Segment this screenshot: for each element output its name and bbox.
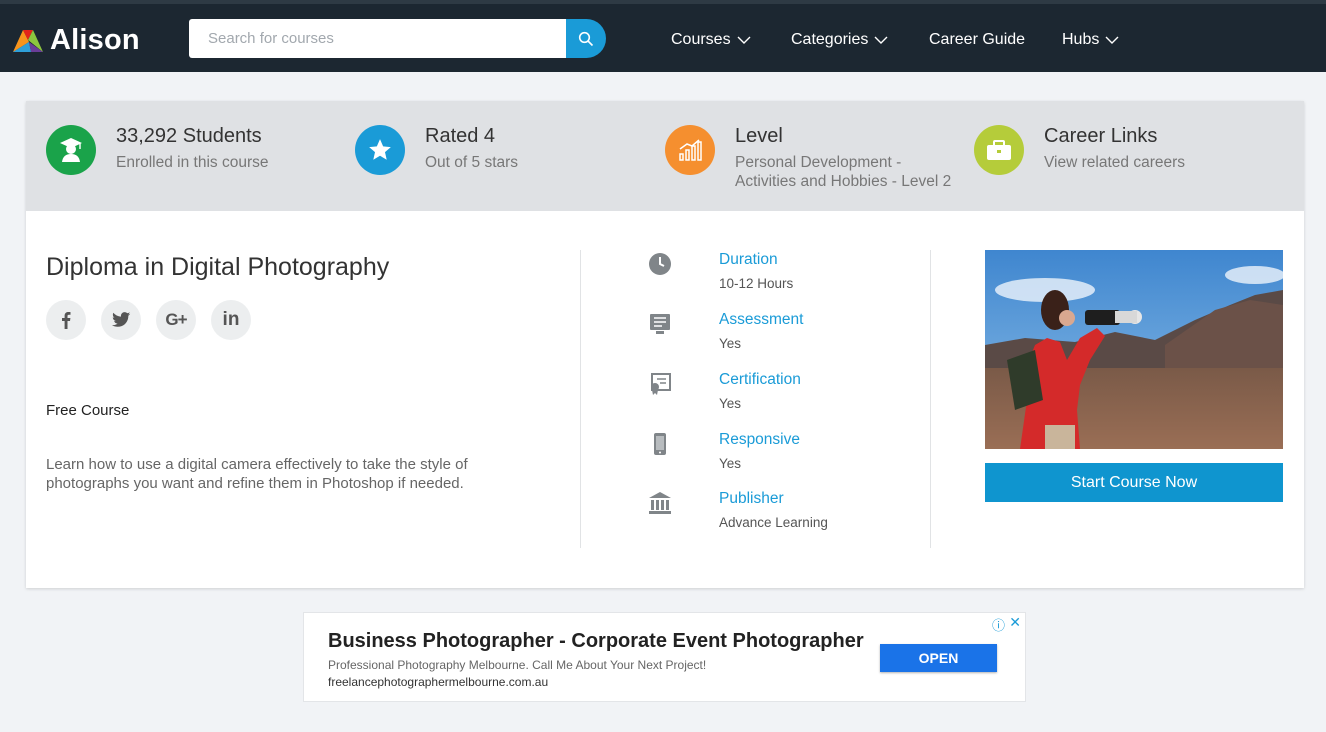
- google-plus-share-button[interactable]: G+: [156, 300, 196, 340]
- stat-career-links[interactable]: Career Links View related careers: [974, 125, 1274, 175]
- meta-label[interactable]: Assessment: [719, 310, 919, 330]
- stat-title: Rated 4: [425, 125, 496, 147]
- search-icon: [578, 31, 594, 46]
- ad-description: Professional Photography Melbourne. Call…: [328, 658, 707, 672]
- course-image: [985, 250, 1283, 449]
- linkedin-share-button[interactable]: in: [211, 300, 251, 340]
- nav-label: Courses: [671, 31, 731, 48]
- institution-icon: [649, 492, 671, 514]
- stat-title: 33,292 Students: [116, 125, 262, 147]
- certificate-icon: [651, 373, 671, 395]
- nav-label: Categories: [791, 31, 869, 48]
- meta-responsive: Responsive Yes: [646, 430, 800, 471]
- stat-students: 33,292 Students Enrolled in this course: [46, 125, 346, 175]
- linkedin-icon: in: [222, 309, 240, 330]
- briefcase-icon: [987, 140, 1011, 160]
- clock-icon: [649, 253, 671, 275]
- course-title: Diploma in Digital Photography: [46, 253, 390, 281]
- column-divider: [930, 250, 931, 548]
- stat-title: Career Links: [1044, 125, 1158, 147]
- mobile-icon: [654, 433, 666, 455]
- ad-open-button[interactable]: OPEN: [880, 644, 997, 672]
- alison-logo[interactable]: Alison: [11, 24, 140, 56]
- top-navbar: Alison Courses Categories Career Guide H…: [0, 0, 1326, 72]
- stat-subtitle: View related careers: [1044, 154, 1186, 171]
- meta-label[interactable]: Responsive: [719, 430, 919, 450]
- meta-value: Yes: [719, 336, 742, 351]
- chevron-down-icon: [737, 36, 751, 44]
- search-button[interactable]: [566, 19, 606, 58]
- course-stats-bar: 33,292 Students Enrolled in this course …: [26, 101, 1304, 211]
- ad-title[interactable]: Business Photographer - Corporate Event …: [328, 630, 864, 653]
- meta-value: Advance Learning: [719, 515, 828, 530]
- course-description: Learn how to use a digital camera effect…: [46, 456, 468, 492]
- meta-publisher: Publisher Advance Learning: [646, 489, 828, 530]
- stat-icon-circle: [665, 125, 715, 175]
- stat-icon-circle: [355, 125, 405, 175]
- search-input[interactable]: [189, 19, 567, 58]
- meta-value: Yes: [719, 456, 742, 471]
- assessment-icon: [650, 314, 670, 334]
- nav-label: Hubs: [1062, 31, 1100, 48]
- twitter-share-button[interactable]: [101, 300, 141, 340]
- column-divider: [580, 250, 581, 548]
- advertisement: ⓘ ✕ Business Photographer - Corporate Ev…: [303, 612, 1026, 702]
- nav-hubs[interactable]: Hubs: [1062, 28, 1119, 52]
- star-icon: [369, 139, 391, 160]
- meta-value: Yes: [719, 396, 742, 411]
- start-course-button[interactable]: Start Course Now: [985, 463, 1283, 502]
- meta-label[interactable]: Publisher: [719, 489, 919, 509]
- bar-chart-icon: [679, 139, 702, 161]
- alison-logo-icon: [13, 30, 43, 52]
- twitter-icon: [111, 312, 130, 327]
- stat-icon-circle: [974, 125, 1024, 175]
- stat-icon-circle: [46, 125, 96, 175]
- brand-name: Alison: [50, 23, 140, 56]
- nav-categories[interactable]: Categories: [791, 28, 888, 52]
- ad-url[interactable]: freelancephotographermelbourne.com.au: [328, 675, 548, 689]
- meta-label[interactable]: Certification: [719, 370, 919, 390]
- search-bar: [189, 19, 606, 58]
- meta-value: 10-12 Hours: [719, 276, 794, 291]
- nav-courses[interactable]: Courses: [671, 28, 751, 52]
- facebook-icon: [62, 312, 71, 329]
- meta-assessment: Assessment Yes: [646, 310, 803, 351]
- stat-rating: Rated 4 Out of 5 stars: [355, 125, 655, 175]
- price-label: Free Course: [46, 402, 130, 419]
- meta-certification: Certification Yes: [646, 370, 801, 411]
- stat-subtitle: Personal Development - Activities and Ho…: [735, 154, 952, 190]
- chevron-down-icon: [1105, 36, 1119, 44]
- stat-subtitle: Out of 5 stars: [425, 154, 519, 171]
- chevron-down-icon: [874, 36, 888, 44]
- course-card: 33,292 Students Enrolled in this course …: [26, 101, 1304, 588]
- stat-level: Level Personal Development - Activities …: [665, 125, 965, 191]
- ad-close-icon[interactable]: ✕: [1009, 614, 1021, 631]
- meta-duration: Duration 10-12 Hours: [646, 250, 793, 291]
- stat-title: Level: [735, 125, 783, 147]
- graduate-icon: [60, 138, 82, 162]
- ad-info-icon[interactable]: ⓘ: [992, 615, 1005, 634]
- social-share: G+ in: [46, 300, 251, 340]
- stat-subtitle: Enrolled in this course: [116, 154, 269, 171]
- facebook-share-button[interactable]: [46, 300, 86, 340]
- nav-career-guide[interactable]: Career Guide: [929, 28, 1025, 52]
- google-plus-icon: G+: [165, 310, 187, 329]
- meta-label[interactable]: Duration: [719, 250, 919, 270]
- nav-label: Career Guide: [929, 31, 1026, 48]
